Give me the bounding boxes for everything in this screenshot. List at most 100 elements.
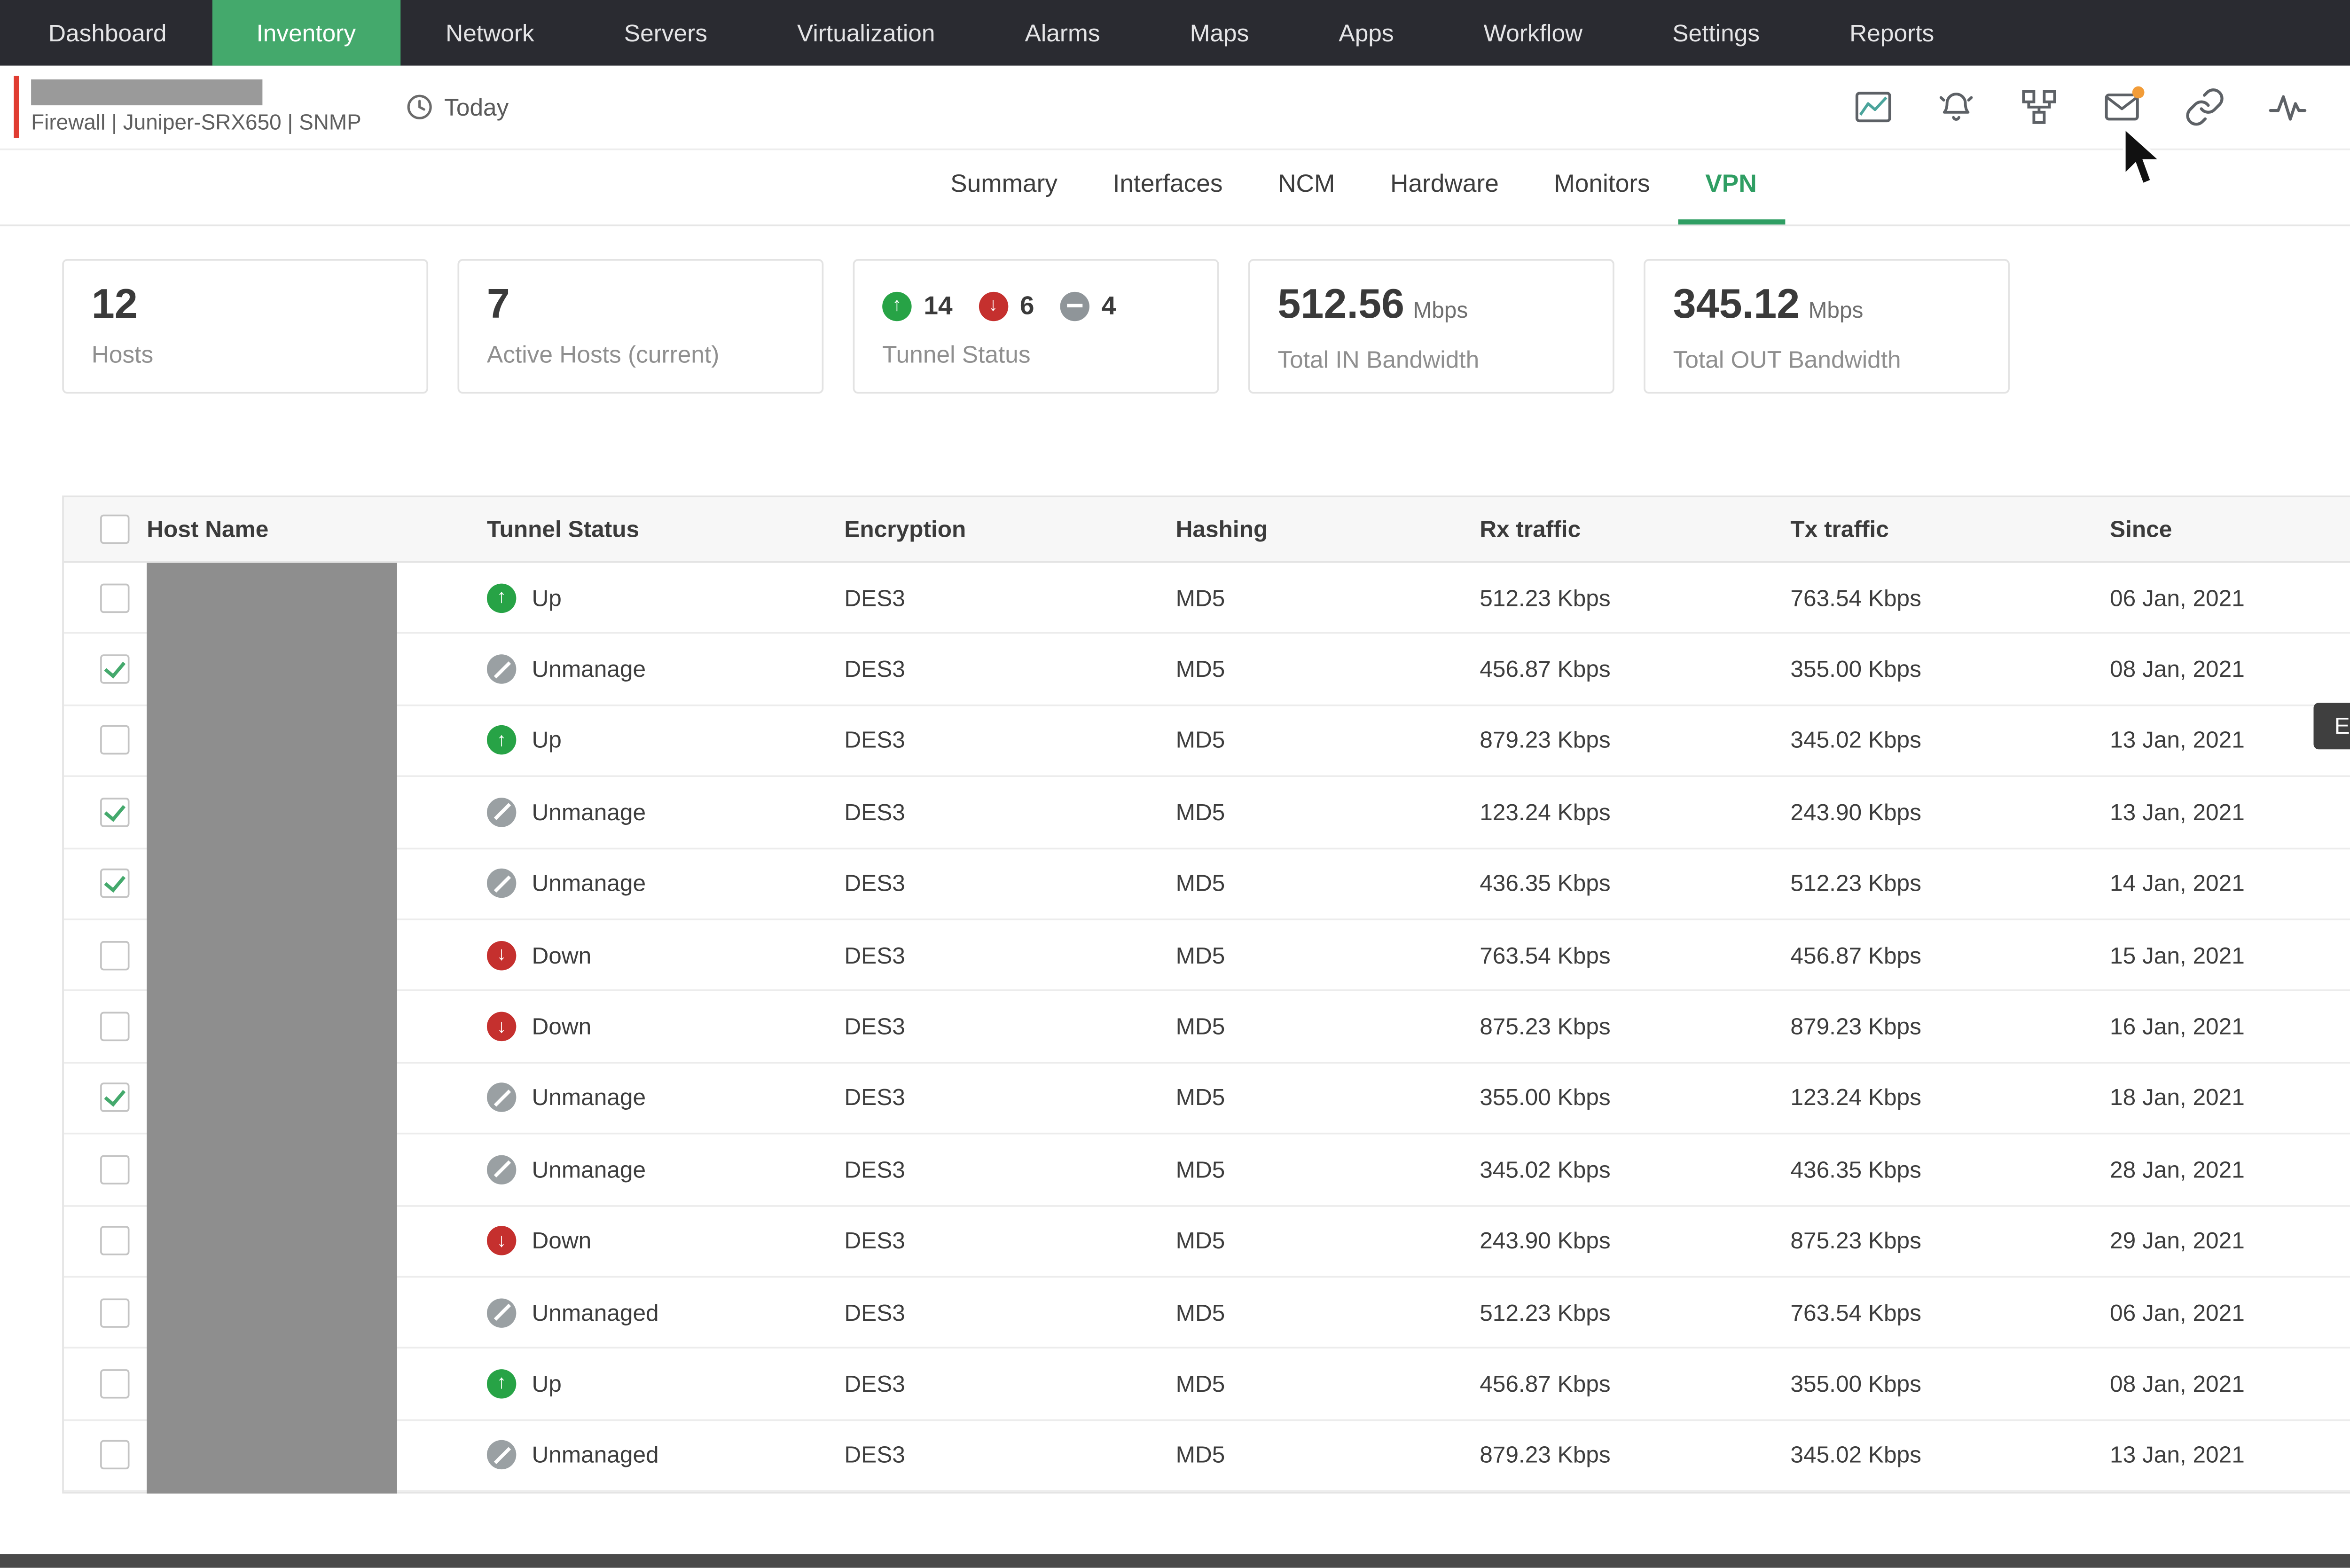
nav-item[interactable]: Settings bbox=[1628, 0, 1805, 66]
mouse-cursor bbox=[2120, 128, 2169, 199]
globe-icon[interactable] bbox=[2348, 85, 2350, 130]
since-cell: 06 Jan, 2021 bbox=[2110, 585, 2350, 611]
tab[interactable]: Interfaces bbox=[1085, 149, 1250, 225]
tunnel-status-label: Unmanage bbox=[532, 870, 646, 896]
table-row: Unmanaged DES3 MD5 879.23 Kbps 345.02 Kb… bbox=[64, 1420, 2350, 1492]
row-checkbox[interactable] bbox=[100, 941, 129, 970]
nav-item[interactable]: Maps bbox=[1145, 0, 1294, 66]
tab[interactable]: Hardware bbox=[1363, 149, 1526, 225]
tunnel-status-cell: Unmanage bbox=[487, 1155, 844, 1184]
top-nav: Dashboard Inventory Network Servers Virt… bbox=[0, 0, 2350, 66]
since-cell: 18 Jan, 2021 bbox=[2110, 1085, 2350, 1111]
hashing-cell: MD5 bbox=[1176, 799, 1480, 825]
tunnel-status-cell: Unmanage bbox=[487, 869, 844, 898]
link-icon[interactable] bbox=[2182, 85, 2227, 130]
rx-traffic-cell: 879.23 Kbps bbox=[1480, 728, 1790, 753]
rx-traffic-cell: 123.24 Kbps bbox=[1480, 799, 1790, 825]
hashing-cell: MD5 bbox=[1176, 870, 1480, 896]
header-encryption: Encryption bbox=[844, 516, 1175, 542]
tunnel-unmanaged-count: 4 bbox=[1102, 291, 1116, 320]
nav-item[interactable]: Workflow bbox=[1439, 0, 1628, 66]
mail-icon[interactable] bbox=[2099, 85, 2145, 130]
row-checkbox[interactable] bbox=[100, 655, 129, 684]
row-checkbox[interactable] bbox=[100, 1012, 129, 1041]
active-hosts-label: Active Hosts (current) bbox=[487, 340, 794, 368]
nav-item[interactable]: Servers bbox=[579, 0, 752, 66]
nav-item[interactable]: Alarms bbox=[980, 0, 1145, 66]
rx-traffic-cell: 345.02 Kbps bbox=[1480, 1157, 1790, 1183]
tab[interactable]: NCM bbox=[1250, 149, 1363, 225]
row-checkbox[interactable] bbox=[100, 1155, 129, 1184]
nav-item[interactable]: Dashboard bbox=[3, 0, 212, 66]
tx-traffic-cell: 345.02 Kbps bbox=[1790, 728, 2110, 753]
rx-traffic-cell: 456.87 Kbps bbox=[1480, 1371, 1790, 1397]
tabs-bar: Summary Interfaces NCM Hardware Monitors bbox=[0, 149, 2350, 226]
table-row: Up DES3 MD5 879.23 Kbps 345.02 Kbps 13 J… bbox=[64, 706, 2350, 777]
tunnel-status-label: Up bbox=[532, 728, 561, 753]
nav-item[interactable]: Network bbox=[401, 0, 580, 66]
row-checkbox[interactable] bbox=[100, 869, 129, 898]
tab[interactable]: VPN bbox=[1677, 149, 1784, 225]
tunnel-status-icon bbox=[487, 798, 516, 827]
row-checkbox[interactable] bbox=[100, 1083, 129, 1113]
row-checkbox[interactable] bbox=[100, 1369, 129, 1398]
tunnel-status-label: Unmanage bbox=[532, 1157, 646, 1183]
hashing-cell: MD5 bbox=[1176, 942, 1480, 968]
hashing-cell: MD5 bbox=[1176, 1085, 1480, 1111]
since-cell: 08 Jan, 2021 bbox=[2110, 656, 2350, 682]
nav-item[interactable]: Inventory bbox=[212, 0, 401, 66]
tunnel-status-icon bbox=[487, 1369, 516, 1398]
nav-item-label: Maps bbox=[1190, 19, 1249, 47]
time-filter[interactable]: Today bbox=[406, 93, 509, 121]
tx-traffic-cell: 355.00 Kbps bbox=[1790, 656, 2110, 682]
encryption-cell: DES3 bbox=[844, 799, 1175, 825]
hashing-cell: MD5 bbox=[1176, 1157, 1480, 1183]
row-checkbox[interactable] bbox=[100, 1226, 129, 1255]
encryption-cell: DES3 bbox=[844, 1443, 1175, 1468]
tab-label: Interfaces bbox=[1113, 170, 1223, 198]
row-checkbox[interactable] bbox=[100, 583, 129, 612]
performance-graph-icon[interactable] bbox=[1851, 85, 1896, 130]
tunnel-status-cell: Unmanage bbox=[487, 1083, 844, 1113]
table-row: Down DES3 MD5 763.54 Kbps 456.87 Kbps 15… bbox=[64, 920, 2350, 992]
tunnel-status-icon bbox=[487, 726, 516, 755]
alarm-bell-icon[interactable] bbox=[1934, 85, 1979, 130]
tunnel-status-cell: Down bbox=[487, 1012, 844, 1041]
row-checkbox[interactable] bbox=[100, 1298, 129, 1327]
row-checkbox[interactable] bbox=[100, 1441, 129, 1470]
tx-traffic-cell: 456.87 Kbps bbox=[1790, 942, 2110, 968]
device-name-redacted bbox=[31, 79, 262, 105]
since-cell: 08 Jan, 2021 bbox=[2110, 1371, 2350, 1397]
tunnel-status-label: Up bbox=[532, 585, 561, 611]
since-cell: 28 Jan, 2021 bbox=[2110, 1157, 2350, 1183]
nav-item[interactable]: Reports bbox=[1805, 0, 1979, 66]
tunnel-status-label: Unmanage bbox=[532, 799, 646, 825]
nav-item[interactable]: Apps bbox=[1294, 0, 1439, 66]
severity-accent-bar bbox=[14, 76, 19, 138]
tabs: Summary Interfaces NCM Hardware Monitors bbox=[923, 149, 1784, 225]
tab[interactable]: Monitors bbox=[1527, 149, 1678, 225]
tunnel-status-cell: Up bbox=[487, 1369, 844, 1398]
table-body: Up DES3 MD5 512.23 Kbps 763.54 Kbps 06 J… bbox=[64, 563, 2350, 1492]
since-cell: 15 Jan, 2021 bbox=[2110, 942, 2350, 968]
tunnel-status-cell: Up bbox=[487, 726, 844, 755]
rx-traffic-cell: 456.87 Kbps bbox=[1480, 656, 1790, 682]
select-all-checkbox[interactable] bbox=[100, 515, 129, 544]
since-cell: 14 Jan, 2021 bbox=[2110, 870, 2350, 896]
tx-traffic-cell: 123.24 Kbps bbox=[1790, 1085, 2110, 1111]
row-checkbox[interactable] bbox=[100, 726, 129, 755]
tunnel-status-label: Unmanaged bbox=[532, 1443, 658, 1468]
tx-traffic-cell: 875.23 Kbps bbox=[1790, 1228, 2110, 1254]
hosts-label: Hosts bbox=[92, 340, 399, 368]
tab[interactable]: Summary bbox=[923, 149, 1085, 225]
hosts-card: 12 Hosts bbox=[62, 259, 428, 394]
sparkline-icon[interactable] bbox=[2265, 85, 2311, 130]
time-filter-label: Today bbox=[444, 93, 509, 121]
nav-item[interactable]: Virtualization bbox=[752, 0, 980, 66]
row-checkbox[interactable] bbox=[100, 798, 129, 827]
tunnel-unmanaged-icon bbox=[1060, 291, 1089, 320]
header-tx-traffic: Tx traffic bbox=[1790, 516, 2110, 542]
encryption-cell: DES3 bbox=[844, 1157, 1175, 1183]
topology-icon[interactable] bbox=[2017, 85, 2062, 130]
device-bar: Firewall | Juniper-SRX650 | SNMP Today bbox=[0, 66, 2350, 150]
